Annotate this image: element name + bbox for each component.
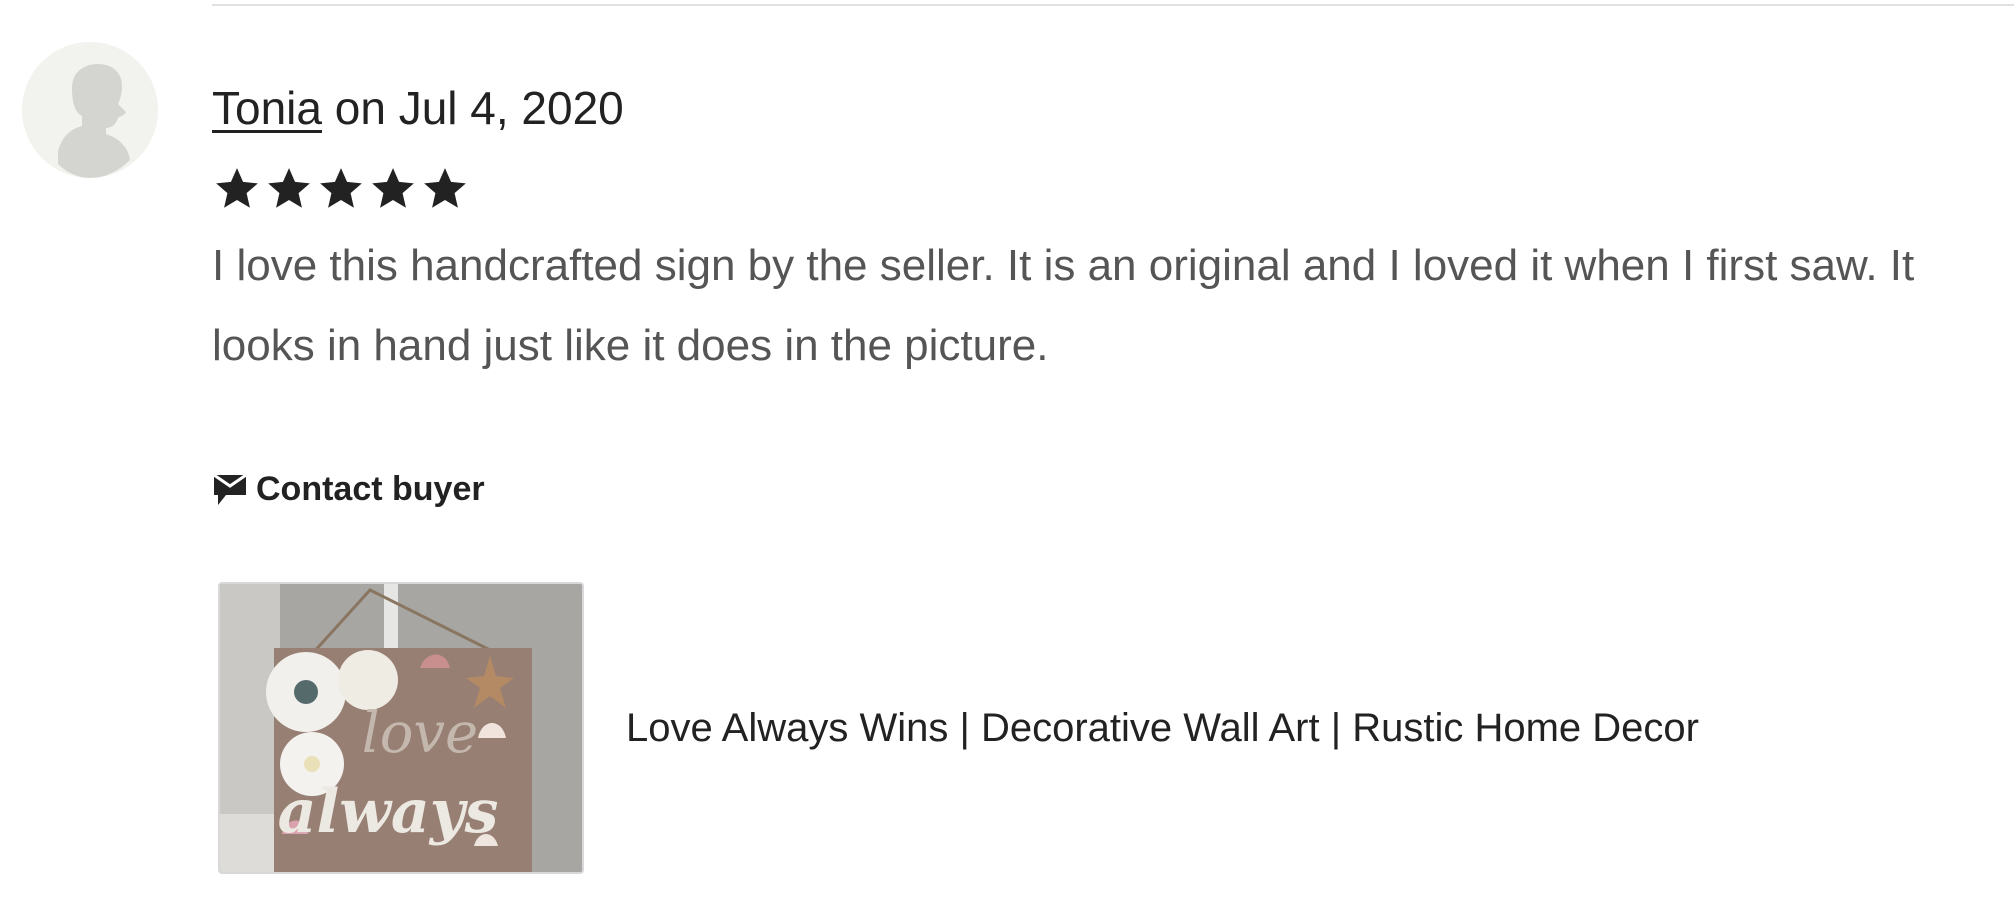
thumbnail-text: always <box>278 777 499 847</box>
star-icon <box>372 168 414 208</box>
reviewer-name-link[interactable]: Tonia <box>212 82 322 134</box>
star-rating <box>212 164 2014 220</box>
review-card: Tonia on Jul 4, 2020 I love this handcra… <box>0 0 2014 910</box>
review-date: on Jul 4, 2020 <box>321 82 624 134</box>
thumbnail-text: love <box>362 701 478 766</box>
contact-buyer-label: Contact buyer <box>256 470 485 508</box>
review-text-line: looks in hand just like it does in the p… <box>212 321 1049 370</box>
star-icon <box>216 168 258 208</box>
message-icon <box>213 473 247 505</box>
person-silhouette-icon <box>22 42 158 178</box>
listing-link[interactable]: love always Love Always Wins | Decorativ… <box>218 582 1699 874</box>
review-header: Tonia on Jul 4, 2020 <box>212 72 2014 144</box>
listing-title[interactable]: Love Always Wins | Decorative Wall Art |… <box>626 706 1699 751</box>
star-icon <box>268 168 310 208</box>
star-icon <box>424 168 466 208</box>
reviewer-avatar[interactable] <box>22 42 158 178</box>
divider <box>212 4 2014 6</box>
review-body: Tonia on Jul 4, 2020 I love this handcra… <box>212 72 2014 386</box>
listing-image: love always <box>220 584 582 872</box>
contact-buyer-button[interactable]: Contact buyer <box>212 470 485 509</box>
review-text-line: I love this handcrafted sign by the sell… <box>212 241 1915 290</box>
star-icon <box>320 168 362 208</box>
listing-thumbnail[interactable]: love always <box>218 582 584 874</box>
review-text: I love this handcrafted sign by the sell… <box>212 226 2012 386</box>
